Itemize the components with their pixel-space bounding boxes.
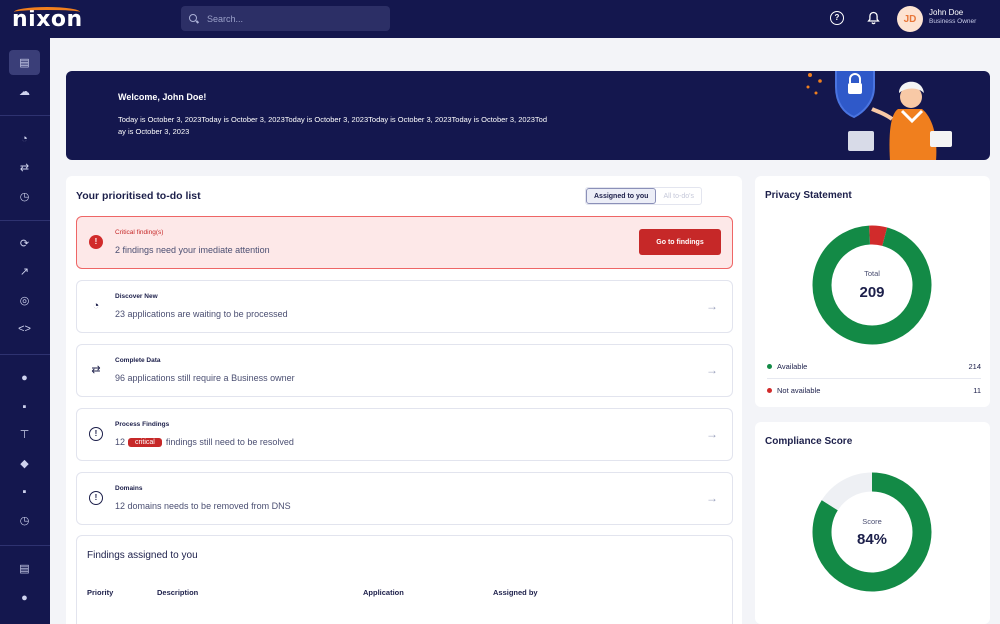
critical-badge: critical bbox=[128, 437, 162, 447]
arrow-right-icon[interactable]: → bbox=[706, 363, 718, 377]
clock-icon[interactable]: ◷ bbox=[9, 184, 40, 209]
sidebar-divider bbox=[0, 354, 50, 355]
task-domains[interactable]: ! Domains 12 domains needs to be removed… bbox=[76, 472, 733, 525]
network-icon[interactable]: ⊤ bbox=[9, 422, 40, 447]
search-box[interactable] bbox=[181, 6, 390, 31]
search-icon bbox=[189, 13, 199, 24]
sidebar-divider bbox=[0, 545, 50, 546]
sidebar-divider bbox=[0, 115, 50, 116]
column-header-description[interactable]: Description bbox=[157, 588, 198, 597]
welcome-banner: Welcome, John Doe! Today is October 3, 2… bbox=[66, 71, 990, 160]
help-icon[interactable]: ? bbox=[830, 11, 844, 25]
folder-icon[interactable]: ▪ bbox=[9, 479, 40, 504]
column-header-priority[interactable]: Priority bbox=[87, 588, 113, 597]
findings-title: Findings assigned to you bbox=[87, 550, 198, 561]
donut-center-label: Total bbox=[864, 269, 880, 278]
todo-filter-toggle: Assigned to you All to-do's bbox=[585, 187, 702, 205]
tag-icon[interactable]: ◆ bbox=[9, 451, 40, 476]
legend-row-available: Available 214 bbox=[767, 354, 981, 378]
security-illustration bbox=[806, 71, 952, 160]
legend-value: 214 bbox=[968, 361, 981, 371]
refresh-icon[interactable]: ⟳ bbox=[9, 231, 40, 256]
card-title: Compliance Score bbox=[765, 436, 853, 447]
donut-total: 209 bbox=[859, 284, 885, 301]
task-title: Domains bbox=[115, 485, 143, 492]
app-logo[interactable]: nixon bbox=[12, 5, 83, 33]
task-complete-data[interactable]: ⇄ Complete Data 96 applications still re… bbox=[76, 344, 733, 397]
go-to-findings-button[interactable]: Go to findings bbox=[639, 229, 721, 255]
sidebar: ▤ ☁ ◔ ⇄ ◷ ⟳ ↗ ◎ <> ● ▪ ⊤ ◆ ▪ ◷ ▤ ● bbox=[0, 38, 50, 624]
shuffle-icon[interactable]: ⇄ bbox=[9, 155, 40, 180]
users-icon[interactable]: ● bbox=[9, 585, 40, 610]
donut-slice-remaining bbox=[821, 472, 873, 511]
column-header-application[interactable]: Application bbox=[363, 588, 404, 597]
filter-icon: ⇄ bbox=[91, 364, 101, 376]
code-icon[interactable]: <> bbox=[9, 316, 40, 341]
task-title: Process Findings bbox=[115, 421, 170, 428]
alert-icon: ! bbox=[89, 235, 103, 249]
legend-row-not-available: Not available 11 bbox=[767, 378, 981, 402]
critical-findings-card: ! Critical finding(s) 2 findings need yo… bbox=[76, 216, 733, 269]
avatar[interactable]: JD bbox=[897, 6, 923, 32]
user-role: Business Owner bbox=[929, 18, 977, 25]
logo-swoosh bbox=[14, 7, 80, 17]
chart-icon[interactable]: ◔ bbox=[9, 126, 40, 151]
compliance-score-value: 84% bbox=[856, 531, 888, 548]
alert-circle-icon: ! bbox=[89, 427, 103, 441]
cloud-icon[interactable]: ☁ bbox=[9, 79, 40, 104]
privacy-statement-card: Privacy Statement Total 209 Available 21… bbox=[755, 176, 990, 407]
task-description: 96 applications still require a Business… bbox=[115, 373, 295, 383]
legend-label: Available bbox=[777, 361, 808, 371]
arrow-right-icon[interactable]: → bbox=[706, 427, 718, 441]
todo-panel: Your prioritised to-do list Assigned to … bbox=[66, 176, 742, 624]
arrow-right-icon[interactable]: → bbox=[706, 491, 718, 505]
todo-title: Your prioritised to-do list bbox=[76, 190, 201, 202]
findings-table-card: Findings assigned to you Priority Descri… bbox=[76, 535, 733, 624]
legend-dot bbox=[767, 363, 772, 369]
bell-icon[interactable] bbox=[866, 11, 880, 25]
findings-text: findings still need to be resolved bbox=[165, 437, 294, 447]
task-description: 12 domains needs to be removed from DNS bbox=[115, 501, 291, 511]
alert-circle-icon: ! bbox=[89, 491, 103, 505]
assigned-to-you-tab[interactable]: Assigned to you bbox=[586, 188, 657, 204]
donut-center-label: Score bbox=[862, 517, 882, 526]
findings-count: 12 bbox=[115, 437, 126, 447]
task-process-findings[interactable]: ! Process Findings 12 critical findings … bbox=[76, 408, 733, 461]
trend-icon[interactable]: ↗ bbox=[9, 259, 40, 284]
donut-slice-not-available bbox=[869, 225, 888, 246]
card-title: Privacy Statement bbox=[765, 190, 852, 201]
user-name[interactable]: John Doe bbox=[929, 8, 963, 17]
arrow-right-icon[interactable]: → bbox=[706, 299, 718, 313]
welcome-text: Welcome, John Doe! bbox=[118, 92, 207, 102]
dashboard-icon[interactable]: ▤ bbox=[9, 50, 40, 75]
column-header-assigned-by[interactable]: Assigned by bbox=[493, 588, 538, 597]
task-title: Complete Data bbox=[115, 357, 161, 364]
search-input[interactable] bbox=[207, 13, 377, 24]
eye-icon[interactable]: ◎ bbox=[9, 288, 40, 313]
user-icon[interactable]: ● bbox=[9, 365, 40, 390]
legend-dot bbox=[767, 387, 772, 393]
sidebar-divider bbox=[0, 220, 50, 221]
folder-icon[interactable]: ▪ bbox=[9, 394, 40, 419]
task-discover-new[interactable]: ◔ Discover New 23 applications are waiti… bbox=[76, 280, 733, 333]
task-description: 23 applications are waiting to be proces… bbox=[115, 309, 288, 319]
top-bar: nixon ? JD John Doe Business Owner bbox=[0, 0, 1000, 38]
pie-chart-icon: ◔ bbox=[92, 300, 100, 312]
compliance-score-card: Compliance Score Score 84% bbox=[755, 422, 990, 624]
legend-label: Not available bbox=[777, 385, 821, 395]
task-description: 2 findings need your imediate attention bbox=[115, 245, 270, 255]
task-title: Critical finding(s) bbox=[115, 229, 164, 236]
task-title: Discover New bbox=[115, 293, 158, 300]
task-description: 12 critical findings still need to be re… bbox=[115, 437, 294, 447]
list-icon[interactable]: ▤ bbox=[9, 556, 40, 581]
alert-icon[interactable]: ◷ bbox=[9, 508, 40, 533]
all-todos-tab[interactable]: All to-do's bbox=[656, 188, 701, 204]
date-text: Today is October 3, 2023Today is October… bbox=[118, 115, 548, 136]
legend-value: 11 bbox=[973, 385, 981, 395]
